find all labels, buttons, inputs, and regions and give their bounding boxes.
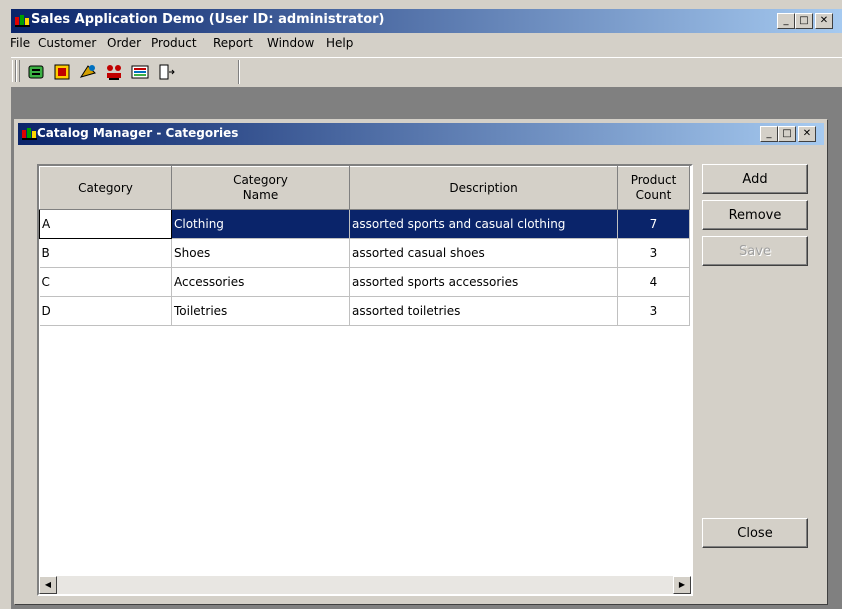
table-row[interactable]: D Toiletries assorted toiletries 3 bbox=[39, 296, 690, 326]
cell-count[interactable]: 3 bbox=[617, 238, 690, 268]
header-category[interactable]: Category bbox=[39, 166, 172, 210]
scroll-right-icon[interactable]: ▶ bbox=[673, 576, 691, 594]
catalog-manager-window: Catalog Manager - Categories _ □ ✕ Categ bbox=[14, 119, 828, 605]
child-title: Catalog Manager - Categories bbox=[37, 126, 239, 140]
maximize-button[interactable]: □ bbox=[795, 13, 813, 29]
header-category-name[interactable]: Category Name bbox=[171, 166, 350, 210]
save-button[interactable]: Save bbox=[702, 236, 808, 266]
menu-product[interactable]: Product bbox=[151, 36, 197, 50]
main-window: Sales Application Demo (User ID: adminis… bbox=[10, 9, 842, 609]
cell-name[interactable]: Toiletries bbox=[171, 296, 350, 326]
scroll-left-icon[interactable]: ◀ bbox=[39, 576, 57, 594]
add-button[interactable]: Add bbox=[702, 164, 808, 194]
orders-icon[interactable] bbox=[51, 61, 73, 83]
categories-icon[interactable] bbox=[103, 61, 125, 83]
table-row[interactable]: C Accessories assorted sports accessorie… bbox=[39, 267, 690, 297]
cell-description[interactable]: assorted sports accessories bbox=[349, 267, 618, 297]
toolbar-separator bbox=[238, 60, 240, 84]
menu-file[interactable]: File bbox=[10, 36, 30, 50]
child-app-icon bbox=[22, 128, 37, 140]
cell-category[interactable]: D bbox=[39, 296, 172, 326]
menu-window[interactable]: Window bbox=[267, 36, 314, 50]
remove-button[interactable]: Remove bbox=[702, 200, 808, 230]
close-button[interactable]: ✕ bbox=[815, 13, 833, 29]
menu-order[interactable]: Order bbox=[107, 36, 141, 50]
products-icon[interactable] bbox=[77, 61, 99, 83]
mdi-workspace: Catalog Manager - Categories _ □ ✕ Categ bbox=[11, 87, 842, 609]
child-maximize-button[interactable]: □ bbox=[778, 126, 796, 142]
app-titlebar[interactable]: Sales Application Demo (User ID: adminis… bbox=[11, 9, 842, 33]
cell-count[interactable]: 3 bbox=[617, 296, 690, 326]
cell-name[interactable]: Shoes bbox=[171, 238, 350, 268]
table-row[interactable]: A Clothing assorted sports and casual cl… bbox=[39, 209, 690, 239]
cell-category[interactable]: A bbox=[39, 209, 172, 239]
exit-icon[interactable] bbox=[155, 61, 177, 83]
cell-category[interactable]: C bbox=[39, 267, 172, 297]
cell-category[interactable]: B bbox=[39, 238, 172, 268]
child-close-button[interactable]: ✕ bbox=[798, 126, 816, 142]
cell-description[interactable]: assorted toiletries bbox=[349, 296, 618, 326]
header-product-count[interactable]: Product Count bbox=[617, 166, 690, 210]
cell-name[interactable]: Accessories bbox=[171, 267, 350, 297]
app-title: Sales Application Demo (User ID: adminis… bbox=[31, 12, 385, 27]
table-row[interactable]: B Shoes assorted casual shoes 3 bbox=[39, 238, 690, 268]
customers-icon[interactable] bbox=[25, 61, 47, 83]
app-icon bbox=[15, 15, 30, 27]
menu-customer[interactable]: Customer bbox=[38, 36, 96, 50]
toolbar bbox=[11, 57, 842, 86]
child-minimize-button[interactable]: _ bbox=[760, 126, 778, 142]
categories-grid[interactable]: Category Category Name Description Produc… bbox=[37, 164, 693, 596]
menu-report[interactable]: Report bbox=[213, 36, 253, 50]
minimize-button[interactable]: _ bbox=[777, 13, 795, 29]
cell-description[interactable]: assorted casual shoes bbox=[349, 238, 618, 268]
horizontal-scrollbar[interactable]: ◀ ▶ bbox=[39, 576, 691, 594]
menu-bar: File Customer Order Product Report Windo… bbox=[10, 33, 842, 55]
toolbar-grip bbox=[16, 60, 20, 82]
child-titlebar[interactable]: Catalog Manager - Categories _ □ ✕ bbox=[18, 123, 824, 145]
categories-table: Category Category Name Description Produc… bbox=[39, 166, 690, 326]
reports-icon[interactable] bbox=[129, 61, 151, 83]
cell-name[interactable]: Clothing bbox=[171, 209, 350, 239]
cell-count[interactable]: 7 bbox=[617, 209, 690, 239]
cell-count[interactable]: 4 bbox=[617, 267, 690, 297]
close-window-button[interactable]: Close bbox=[702, 518, 808, 548]
cell-description[interactable]: assorted sports and casual clothing bbox=[349, 209, 618, 239]
menu-help[interactable]: Help bbox=[326, 36, 353, 50]
header-description[interactable]: Description bbox=[349, 166, 618, 210]
